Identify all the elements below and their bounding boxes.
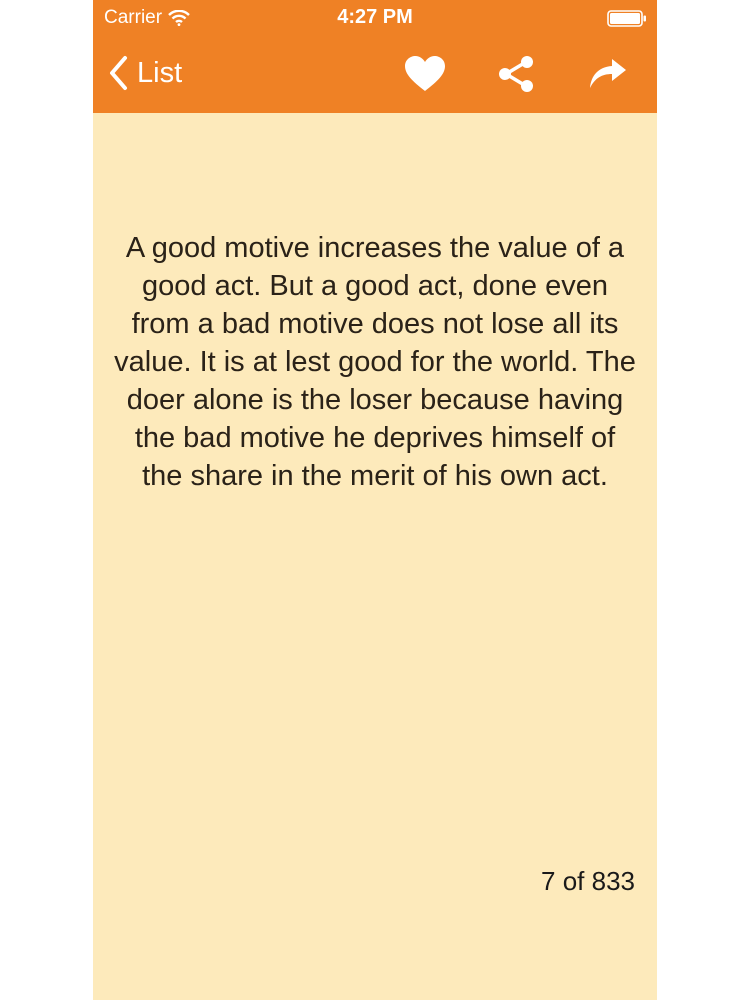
status-time: 4:27 PM [337, 6, 413, 28]
share-icon [499, 56, 533, 92]
app-screen: Carrier 4:27 PM List A good motive incre… [93, 0, 657, 1000]
navigation-bar: List [93, 36, 657, 113]
back-button[interactable]: List [107, 53, 182, 93]
forward-button[interactable] [585, 51, 631, 97]
page-counter: 7 of 833 [541, 866, 635, 896]
chevron-left-icon [110, 56, 127, 90]
favorite-button[interactable] [402, 51, 448, 97]
heart-icon [405, 56, 445, 91]
share-button[interactable] [493, 51, 539, 97]
back-label: List [137, 56, 183, 89]
forward-arrow-icon [590, 59, 626, 88]
battery-icon [607, 10, 646, 27]
status-bar: Carrier 4:27 PM [93, 0, 657, 36]
quote-text: A good motive increases the value of a g… [114, 232, 636, 492]
